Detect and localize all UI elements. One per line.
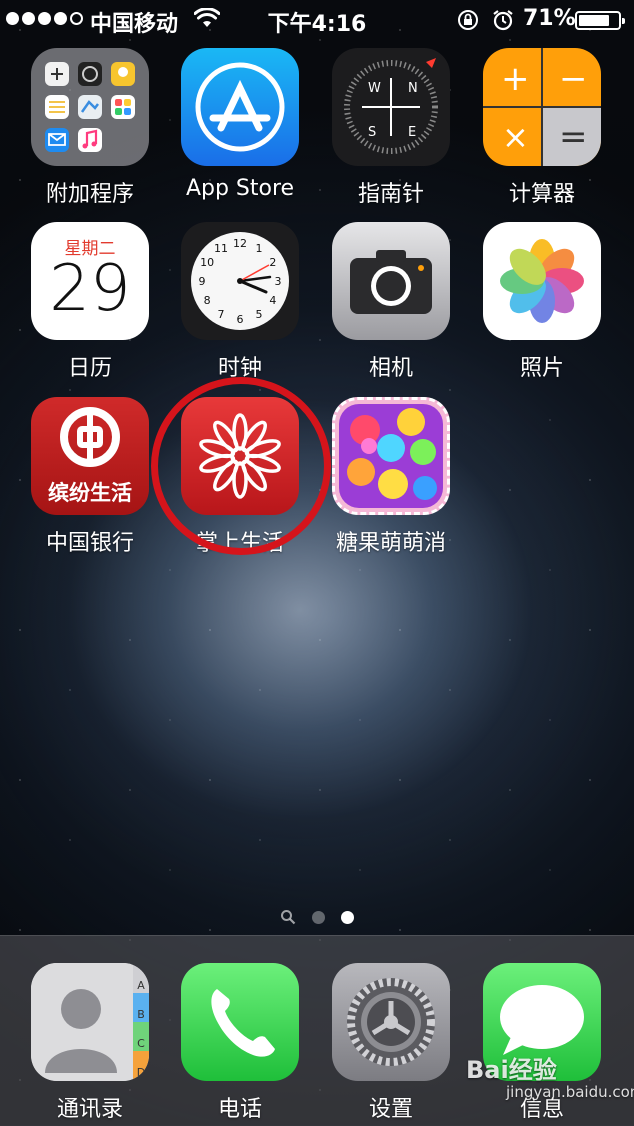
contacts-icon: A B C D xyxy=(31,963,149,1081)
battery-icon xyxy=(575,11,625,30)
app-photos[interactable]: 照片 xyxy=(467,222,617,382)
calc-minus: − xyxy=(559,59,588,99)
clock-icon: 12 1 2 3 4 5 6 7 8 9 10 11 xyxy=(181,222,299,340)
app-label: 附加程序 xyxy=(45,182,134,207)
app-label: 设置 xyxy=(368,1097,413,1122)
app-calculator[interactable]: + − × = 计算器 xyxy=(467,48,617,208)
app-label: 照片 xyxy=(519,356,564,381)
calc-plus: + xyxy=(501,59,530,99)
app-phone[interactable]: 电话 xyxy=(165,963,315,1123)
clock-number: 7 xyxy=(218,308,225,321)
settings-icon xyxy=(332,963,450,1081)
app-clock[interactable]: 12 1 2 3 4 5 6 7 8 9 10 11 时钟 xyxy=(165,222,315,382)
battery-fill xyxy=(579,15,609,26)
contacts-tab-b: B xyxy=(137,1008,145,1021)
page-dot[interactable] xyxy=(312,910,325,924)
app-candy-game[interactable]: 糖果萌萌消 xyxy=(316,397,466,557)
clock-number: 10 xyxy=(200,256,214,269)
app-extras-folder[interactable]: 附加程序 xyxy=(15,48,165,208)
app-settings[interactable]: 设置 xyxy=(316,963,466,1123)
camera-icon xyxy=(332,222,450,340)
app-label: 时钟 xyxy=(217,356,262,381)
compass-n: N xyxy=(408,81,418,96)
app-label: App Store xyxy=(185,176,295,201)
page-dot-active[interactable] xyxy=(341,910,354,924)
watermark-url: jingyan.baidu.com xyxy=(506,1083,634,1101)
calc-times: × xyxy=(502,118,529,156)
watermark-brand: Bai经验 xyxy=(466,1056,557,1084)
clock-number: 12 xyxy=(233,237,247,250)
clock-number: 9 xyxy=(199,275,206,288)
app-label: 相机 xyxy=(368,356,413,381)
app-label: 掌上生活 xyxy=(195,531,284,556)
status-bar: 中国移动 下午4:16 71% xyxy=(0,0,634,40)
spotlight-search-icon[interactable] xyxy=(280,909,296,925)
app-label: 中国银行 xyxy=(45,531,134,556)
folder-icon xyxy=(31,48,149,166)
rotation-lock-icon xyxy=(456,9,480,37)
flower-icon xyxy=(181,397,299,515)
app-compass[interactable]: W N S E 指南针 xyxy=(316,48,466,208)
app-label: 计算器 xyxy=(508,182,575,207)
candy-game-icon xyxy=(332,397,450,515)
app-label: 糖果萌萌消 xyxy=(335,531,446,556)
app-label: 电话 xyxy=(217,1097,262,1122)
calendar-icon: 星期二 29 xyxy=(31,222,149,340)
clock-number: 6 xyxy=(237,313,244,326)
contacts-tab-a: A xyxy=(137,979,145,992)
app-bank-of-china[interactable]: 缤纷生活 中国银行 xyxy=(15,397,165,557)
compass-e: E xyxy=(408,125,416,140)
alarm-icon xyxy=(491,9,515,37)
compass-w: W xyxy=(368,81,381,96)
app-label: 日历 xyxy=(67,356,112,381)
page-indicator[interactable] xyxy=(0,909,634,925)
app-app-store[interactable]: App Store xyxy=(165,48,315,201)
contacts-tab-d: D xyxy=(136,1066,146,1079)
contacts-tabs: A B C D xyxy=(135,971,147,1081)
compass-s: S xyxy=(368,125,376,140)
compass-icon: W N S E xyxy=(332,48,450,166)
clock-number: 11 xyxy=(214,242,228,255)
clock-number: 3 xyxy=(275,275,282,288)
calc-equals: = xyxy=(559,117,588,157)
contacts-tab-c: C xyxy=(137,1037,145,1050)
app-zhangshang-shenghuo[interactable]: 掌上生活 xyxy=(165,397,315,557)
boc-icon: 缤纷生活 xyxy=(31,397,149,515)
app-label: 指南针 xyxy=(357,182,424,207)
clock-number: 1 xyxy=(256,242,263,255)
baidu-watermark: Bai经验 jingyan.baidu.com xyxy=(466,1050,634,1101)
clock-number: 5 xyxy=(256,308,263,321)
clock-number: 2 xyxy=(269,256,276,269)
calculator-icon: + − × = xyxy=(483,48,601,166)
boc-caption: 缤纷生活 xyxy=(48,481,132,505)
app-label: 通讯录 xyxy=(56,1097,123,1122)
app-contacts[interactable]: A B C D 通讯录 xyxy=(15,963,165,1123)
app-store-icon xyxy=(181,48,299,166)
app-camera[interactable]: 相机 xyxy=(316,222,466,382)
phone-icon xyxy=(181,963,299,1081)
photos-icon xyxy=(483,222,601,340)
battery-nub xyxy=(622,18,625,24)
clock-number: 8 xyxy=(204,294,211,307)
battery-percent: 71% xyxy=(523,6,576,31)
app-calendar[interactable]: 星期二 29 日历 xyxy=(15,222,165,382)
calendar-day: 29 xyxy=(49,252,131,326)
clock-number: 4 xyxy=(269,294,276,307)
